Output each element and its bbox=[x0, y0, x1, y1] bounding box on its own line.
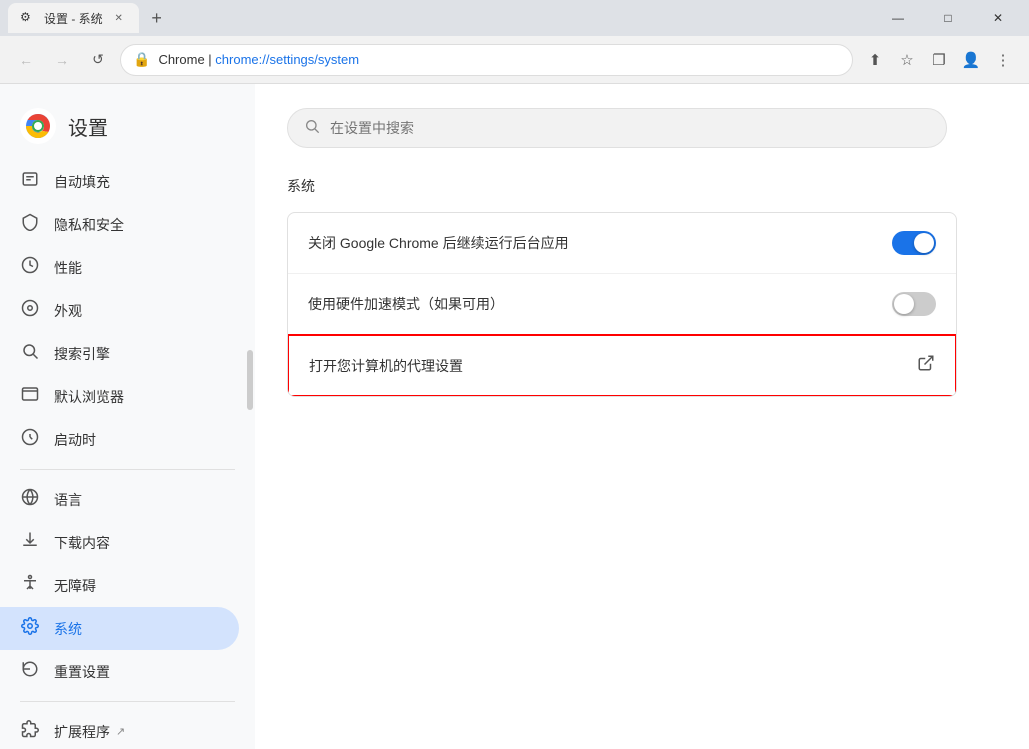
setting-row-background-apps: 关闭 Google Chrome 后继续运行后台应用 bbox=[288, 213, 956, 274]
sidebar-item-appearance[interactable]: 外观 bbox=[0, 289, 239, 332]
reset-icon bbox=[20, 660, 40, 683]
address-text: Chrome | chrome://settings/system bbox=[158, 52, 840, 67]
sidebar-scrollbar[interactable] bbox=[247, 84, 253, 749]
sidebar-nav: 自动填充 隐私和安全 性能 外观 bbox=[0, 160, 255, 749]
sidebar-item-label-privacy: 隐私和安全 bbox=[54, 215, 124, 235]
toggle-background-apps[interactable] bbox=[892, 231, 936, 255]
sidebar-item-language[interactable]: 语言 bbox=[0, 478, 239, 521]
main-layout: 设置 自动填充 隐私和安全 性能 bbox=[0, 84, 1029, 749]
setting-row-hardware: 使用硬件加速模式（如果可用） bbox=[288, 274, 956, 335]
sidebar-item-performance[interactable]: 性能 bbox=[0, 246, 239, 289]
setting-row-proxy[interactable]: 打开您计算机的代理设置 bbox=[287, 334, 957, 397]
sidebar-item-reset[interactable]: 重置设置 bbox=[0, 650, 239, 693]
setting-label-hardware: 使用硬件加速模式（如果可用） bbox=[308, 294, 504, 314]
back-button[interactable]: ← bbox=[12, 46, 40, 74]
refresh-button[interactable]: ↺ bbox=[84, 46, 112, 74]
search-icon bbox=[304, 118, 320, 139]
titlebar: ⚙ 设置 - 系统 ✕ + — □ ✕ bbox=[0, 0, 1029, 36]
performance-icon bbox=[20, 256, 40, 279]
forward-button[interactable]: → bbox=[48, 46, 76, 74]
system-icon bbox=[20, 617, 40, 640]
browser-icon bbox=[20, 385, 40, 408]
content-area: 系统 关闭 Google Chrome 后继续运行后台应用 使用硬件加速模式（如… bbox=[255, 84, 1029, 749]
sidebar-item-startup[interactable]: 启动时 bbox=[0, 418, 239, 461]
search-bar[interactable] bbox=[287, 108, 947, 148]
sidebar-item-label-system: 系统 bbox=[54, 619, 82, 639]
startup-icon bbox=[20, 428, 40, 451]
new-tab-button[interactable]: + bbox=[143, 4, 171, 32]
sidebar-item-search[interactable]: 搜索引擎 bbox=[0, 332, 239, 375]
setting-label-background-apps: 关闭 Google Chrome 后继续运行后台应用 bbox=[308, 233, 569, 253]
sidebar-item-label-downloads: 下载内容 bbox=[54, 533, 110, 553]
sidebar-item-label-search: 搜索引擎 bbox=[54, 344, 110, 364]
sidebar-item-extensions[interactable]: 扩展程序 ↗ bbox=[0, 710, 239, 749]
sidebar: 设置 自动填充 隐私和安全 性能 bbox=[0, 84, 255, 749]
sidebar-item-label-appearance: 外观 bbox=[54, 301, 82, 321]
sidebar-item-system[interactable]: 系统 bbox=[0, 607, 239, 650]
sidebar-item-label-language: 语言 bbox=[54, 490, 82, 510]
settings-card: 关闭 Google Chrome 后继续运行后台应用 使用硬件加速模式（如果可用… bbox=[287, 212, 957, 397]
sidebar-item-label-reset: 重置设置 bbox=[54, 662, 110, 682]
close-button[interactable]: ✕ bbox=[975, 0, 1021, 36]
tab-search-button[interactable]: ❐ bbox=[925, 46, 953, 74]
sidebar-item-browser[interactable]: 默认浏览器 bbox=[0, 375, 239, 418]
sidebar-item-label-extensions: 扩展程序 bbox=[54, 722, 110, 742]
toggle-hardware[interactable] bbox=[892, 292, 936, 316]
address-box[interactable]: 🔒 Chrome | chrome://settings/system bbox=[120, 44, 853, 76]
tab-close-button[interactable]: ✕ bbox=[111, 10, 127, 26]
search-engine-icon bbox=[20, 342, 40, 365]
tab-title: 设置 - 系统 bbox=[44, 10, 103, 27]
sidebar-scrollbar-thumb bbox=[247, 350, 253, 410]
extensions-icon bbox=[20, 720, 40, 743]
accessibility-icon bbox=[20, 574, 40, 597]
tab-favicon: ⚙ bbox=[20, 10, 36, 26]
window-controls: — □ ✕ bbox=[875, 0, 1021, 36]
bookmark-button[interactable]: ☆ bbox=[893, 46, 921, 74]
proxy-external-link-icon[interactable] bbox=[917, 354, 935, 377]
sidebar-item-autofill[interactable]: 自动填充 bbox=[0, 160, 239, 203]
autofill-icon bbox=[20, 170, 40, 193]
menu-button[interactable]: ⋮ bbox=[989, 46, 1017, 74]
sidebar-item-accessibility[interactable]: 无障碍 bbox=[0, 564, 239, 607]
sidebar-item-label-performance: 性能 bbox=[54, 258, 82, 278]
lock-icon: 🔒 bbox=[133, 51, 150, 68]
share-button[interactable]: ⬆ bbox=[861, 46, 889, 74]
external-link-icon-ext: ↗ bbox=[116, 725, 125, 738]
toolbar-icons: ⬆ ☆ ❐ 👤 ⋮ bbox=[861, 46, 1017, 74]
maximize-button[interactable]: □ bbox=[925, 0, 971, 36]
sidebar-item-downloads[interactable]: 下载内容 bbox=[0, 521, 239, 564]
search-input[interactable] bbox=[330, 120, 930, 136]
profile-button[interactable]: 👤 bbox=[957, 46, 985, 74]
setting-label-proxy: 打开您计算机的代理设置 bbox=[309, 356, 463, 376]
toggle-thumb-background-apps bbox=[914, 233, 934, 253]
appearance-icon bbox=[20, 299, 40, 322]
sidebar-item-label-startup: 启动时 bbox=[54, 430, 96, 450]
sidebar-item-label-browser: 默认浏览器 bbox=[54, 387, 124, 407]
downloads-icon bbox=[20, 531, 40, 554]
sidebar-item-label-accessibility: 无障碍 bbox=[54, 576, 96, 596]
section-title: 系统 bbox=[287, 176, 997, 196]
sidebar-item-privacy[interactable]: 隐私和安全 bbox=[0, 203, 239, 246]
sidebar-divider-2 bbox=[20, 701, 235, 702]
toggle-thumb-hardware bbox=[894, 294, 914, 314]
chrome-logo bbox=[20, 108, 56, 144]
sidebar-divider-1 bbox=[20, 469, 235, 470]
titlebar-left: ⚙ 设置 - 系统 ✕ + bbox=[8, 3, 171, 33]
minimize-button[interactable]: — bbox=[875, 0, 921, 36]
sidebar-header: 设置 bbox=[0, 100, 255, 160]
active-tab[interactable]: ⚙ 设置 - 系统 ✕ bbox=[8, 3, 139, 33]
addressbar: ← → ↺ 🔒 Chrome | chrome://settings/syste… bbox=[0, 36, 1029, 84]
sidebar-item-label-autofill: 自动填充 bbox=[54, 172, 110, 192]
language-icon bbox=[20, 488, 40, 511]
privacy-icon bbox=[20, 213, 40, 236]
sidebar-title: 设置 bbox=[68, 112, 108, 141]
